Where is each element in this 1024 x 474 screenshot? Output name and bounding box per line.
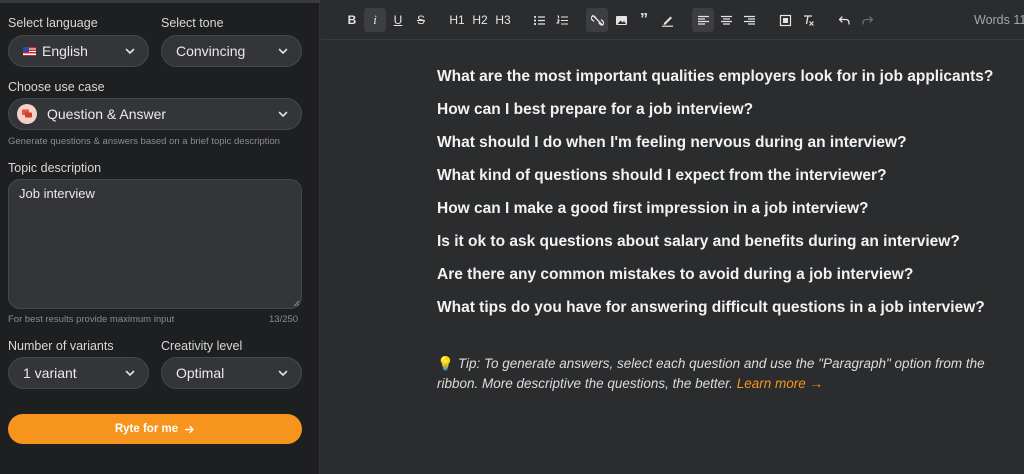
tip-text: Tip: To generate answers, select each qu… [437,356,985,391]
question-line[interactable]: Is it ok to ask questions about salary a… [437,233,960,251]
bullet-list-icon [533,15,545,25]
align-left-icon [697,15,709,25]
align-center-icon [720,15,732,25]
align-right-button[interactable] [738,8,760,32]
variants-select[interactable]: 1 variant [8,357,149,389]
sidebar-top-divider [0,0,320,3]
language-select[interactable]: English [8,35,149,67]
highlight-button[interactable] [656,8,678,32]
creativity-select[interactable]: Optimal [161,357,302,389]
italic-button[interactable]: i [364,8,386,32]
heading3-button[interactable]: H3 [492,8,514,32]
word-count: Words 11 [974,13,1024,27]
numbered-list-button[interactable] [551,8,573,32]
question-line[interactable]: What tips do you have for answering diff… [437,299,985,317]
variants-value: 1 variant [23,365,77,381]
arrow-right-icon [184,425,194,433]
quote-icon: ” [640,11,648,28]
question-line[interactable]: How can I make a good first impression i… [437,200,869,218]
insert-image-button[interactable] [610,8,632,32]
formatting-toolbar: B i U S H1 H2 H3 ” [321,0,1024,40]
clear-format-icon [803,14,814,26]
chevron-down-icon [278,111,288,117]
align-left-button[interactable] [692,8,714,32]
ryte-button-label: Ryte for me [114,423,179,435]
topic-description-input[interactable] [8,179,302,309]
fullscreen-button[interactable] [774,8,796,32]
tone-select[interactable]: Convincing [161,35,302,67]
question-line[interactable]: Are there any common mistakes to avoid d… [437,266,913,284]
strikethrough-button[interactable]: S [410,8,432,32]
tone-value: Convincing [176,43,246,59]
question-line[interactable]: What should I do when I'm feeling nervou… [437,134,907,152]
bold-button[interactable]: B [341,8,363,32]
variants-label: Number of variants [8,339,114,353]
heading1-button[interactable]: H1 [446,8,468,32]
pen-highlight-icon [661,16,673,27]
use-case-select[interactable]: Question & Answer [8,98,302,130]
topic-hint: For best results provide maximum input [8,314,175,325]
frame-icon [779,14,791,26]
language-label: Select language [8,16,98,30]
heading2-button[interactable]: H2 [469,8,491,32]
undo-icon [838,15,850,25]
tone-label: Select tone [161,16,224,30]
creativity-value: Optimal [176,365,225,381]
topic-char-counter: 13/250 [269,314,299,325]
align-right-icon [743,15,755,25]
settings-sidebar: Select language Select tone English Conv… [0,0,320,474]
align-center-button[interactable] [715,8,737,32]
ryte-for-me-button[interactable]: Ryte for me [8,414,302,444]
redo-icon [861,15,873,25]
topic-label: Topic description [8,161,102,175]
creativity-label: Creativity level [161,339,243,353]
chevron-down-icon [125,48,135,54]
chevron-down-icon [125,370,135,376]
use-case-hint: Generate questions & answers based on a … [8,136,280,147]
clear-format-button[interactable] [797,8,819,32]
unlink-icon [590,14,604,26]
underline-button[interactable]: U [387,8,409,32]
chat-bubbles-icon [17,104,37,124]
unlink-button[interactable] [586,8,608,32]
chevron-down-icon [278,370,288,376]
image-icon [615,15,627,25]
redo-button[interactable] [856,8,878,32]
lightbulb-icon: 💡 [437,356,454,371]
tip-paragraph: 💡 Tip: To generate answers, select each q… [437,354,1017,394]
learn-more-link[interactable]: Learn more → [737,376,823,391]
use-case-label: Choose use case [8,80,105,94]
chevron-down-icon [278,48,288,54]
editor-content[interactable]: What are the most important qualities em… [321,41,1024,474]
language-value: English [42,43,88,59]
question-line[interactable]: How can I best prepare for a job intervi… [437,101,753,119]
bullet-list-button[interactable] [528,8,550,32]
numbered-list-icon [555,14,568,25]
blockquote-button[interactable]: ” [633,8,655,32]
undo-button[interactable] [833,8,855,32]
resize-handle-icon[interactable] [293,300,300,307]
question-line[interactable]: What kind of questions should I expect f… [437,167,887,185]
use-case-value: Question & Answer [47,106,167,122]
us-flag-icon [23,47,36,56]
question-line[interactable]: What are the most important qualities em… [437,68,993,86]
